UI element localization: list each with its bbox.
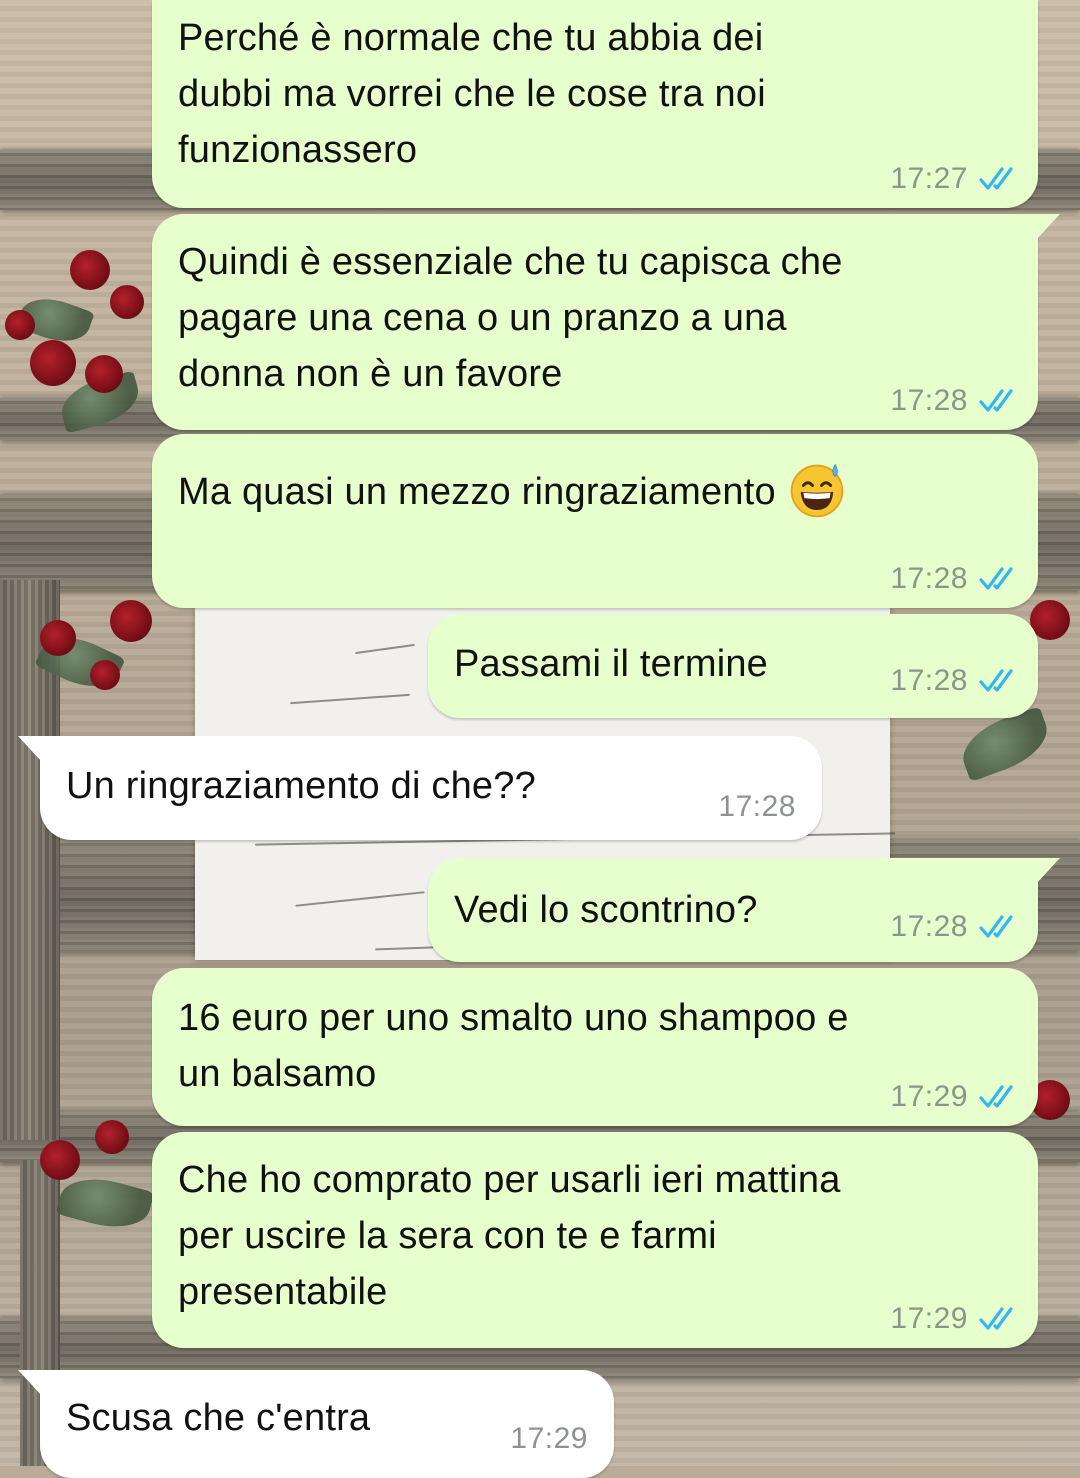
message-time: 17:28 [890, 910, 968, 943]
message-time: 17:28 [890, 384, 968, 417]
double-check-icon [979, 1085, 1013, 1108]
double-check-icon [979, 1307, 1013, 1330]
double-check-icon [979, 915, 1013, 938]
message-meta: 17:29 [890, 1080, 1018, 1114]
incoming-message[interactable]: Scusa che c'entra 17:29 [18, 1370, 614, 1478]
message-text: Scusa che c'entra [66, 1397, 371, 1439]
double-check-icon [979, 389, 1013, 412]
message-time: 17:27 [890, 162, 968, 195]
message-time: 17:28 [718, 790, 796, 823]
message-meta: 17:28 [890, 384, 1018, 418]
message-text-content: Ma quasi un mezzo ringraziamento [178, 471, 776, 513]
message-text: Quindi è essenziale che tu capisca che p… [178, 241, 843, 395]
message-meta: 17:28 [890, 664, 1018, 698]
bubble-tail [18, 1370, 42, 1396]
double-check-icon [979, 669, 1013, 692]
message-meta: 17:29 [890, 1302, 1018, 1336]
message-meta: 17:28 [718, 790, 796, 824]
message-meta: 17:29 [510, 1422, 588, 1456]
message-text: Passami il termine [454, 643, 769, 685]
message-time: 17:29 [890, 1080, 968, 1113]
outgoing-message[interactable]: Passami il termine 17:28 [428, 614, 1038, 718]
message-time: 17:29 [890, 1302, 968, 1335]
outgoing-message[interactable]: Vedi lo scontrino? 17:28 [428, 858, 1060, 962]
outgoing-message[interactable]: Ma quasi un mezzo ringraziamento 17:28 [152, 434, 1038, 608]
outgoing-message[interactable]: Che ho comprato per usarli ieri mattina … [152, 1132, 1038, 1348]
incoming-message[interactable]: Un ringraziamento di che?? 17:28 [18, 736, 822, 840]
message-meta: 17:28 [890, 562, 1018, 596]
message-meta: 17:27 [890, 162, 1018, 196]
message-time: 17:28 [890, 562, 968, 595]
message-text: Ma quasi un mezzo ringraziamento [178, 463, 846, 523]
message-meta: 17:28 [890, 910, 1018, 944]
message-text: Un ringraziamento di che?? [66, 765, 536, 807]
bubble-tail [1036, 858, 1060, 884]
message-text: Perché è normale che tu abbia dei dubbi … [178, 17, 766, 171]
outgoing-message[interactable]: Perché è normale che tu abbia dei dubbi … [152, 0, 1038, 208]
message-text: 16 euro per uno smalto uno shampoo e un … [178, 997, 849, 1095]
chat-thread[interactable]: Perché è normale che tu abbia dei dubbi … [0, 0, 1080, 1478]
message-text: Vedi lo scontrino? [454, 889, 758, 931]
double-check-icon [979, 167, 1013, 190]
message-text: Che ho comprato per usarli ieri mattina … [178, 1159, 841, 1313]
message-time: 17:29 [510, 1422, 588, 1455]
grinning-face-with-sweat-icon [790, 463, 844, 518]
double-check-icon [979, 567, 1013, 590]
bubble-tail [1036, 214, 1060, 240]
message-time: 17:28 [890, 664, 968, 697]
bubble-tail [18, 736, 42, 762]
outgoing-message[interactable]: 16 euro per uno smalto uno shampoo e un … [152, 968, 1038, 1126]
outgoing-message[interactable]: Quindi è essenziale che tu capisca che p… [152, 214, 1060, 430]
